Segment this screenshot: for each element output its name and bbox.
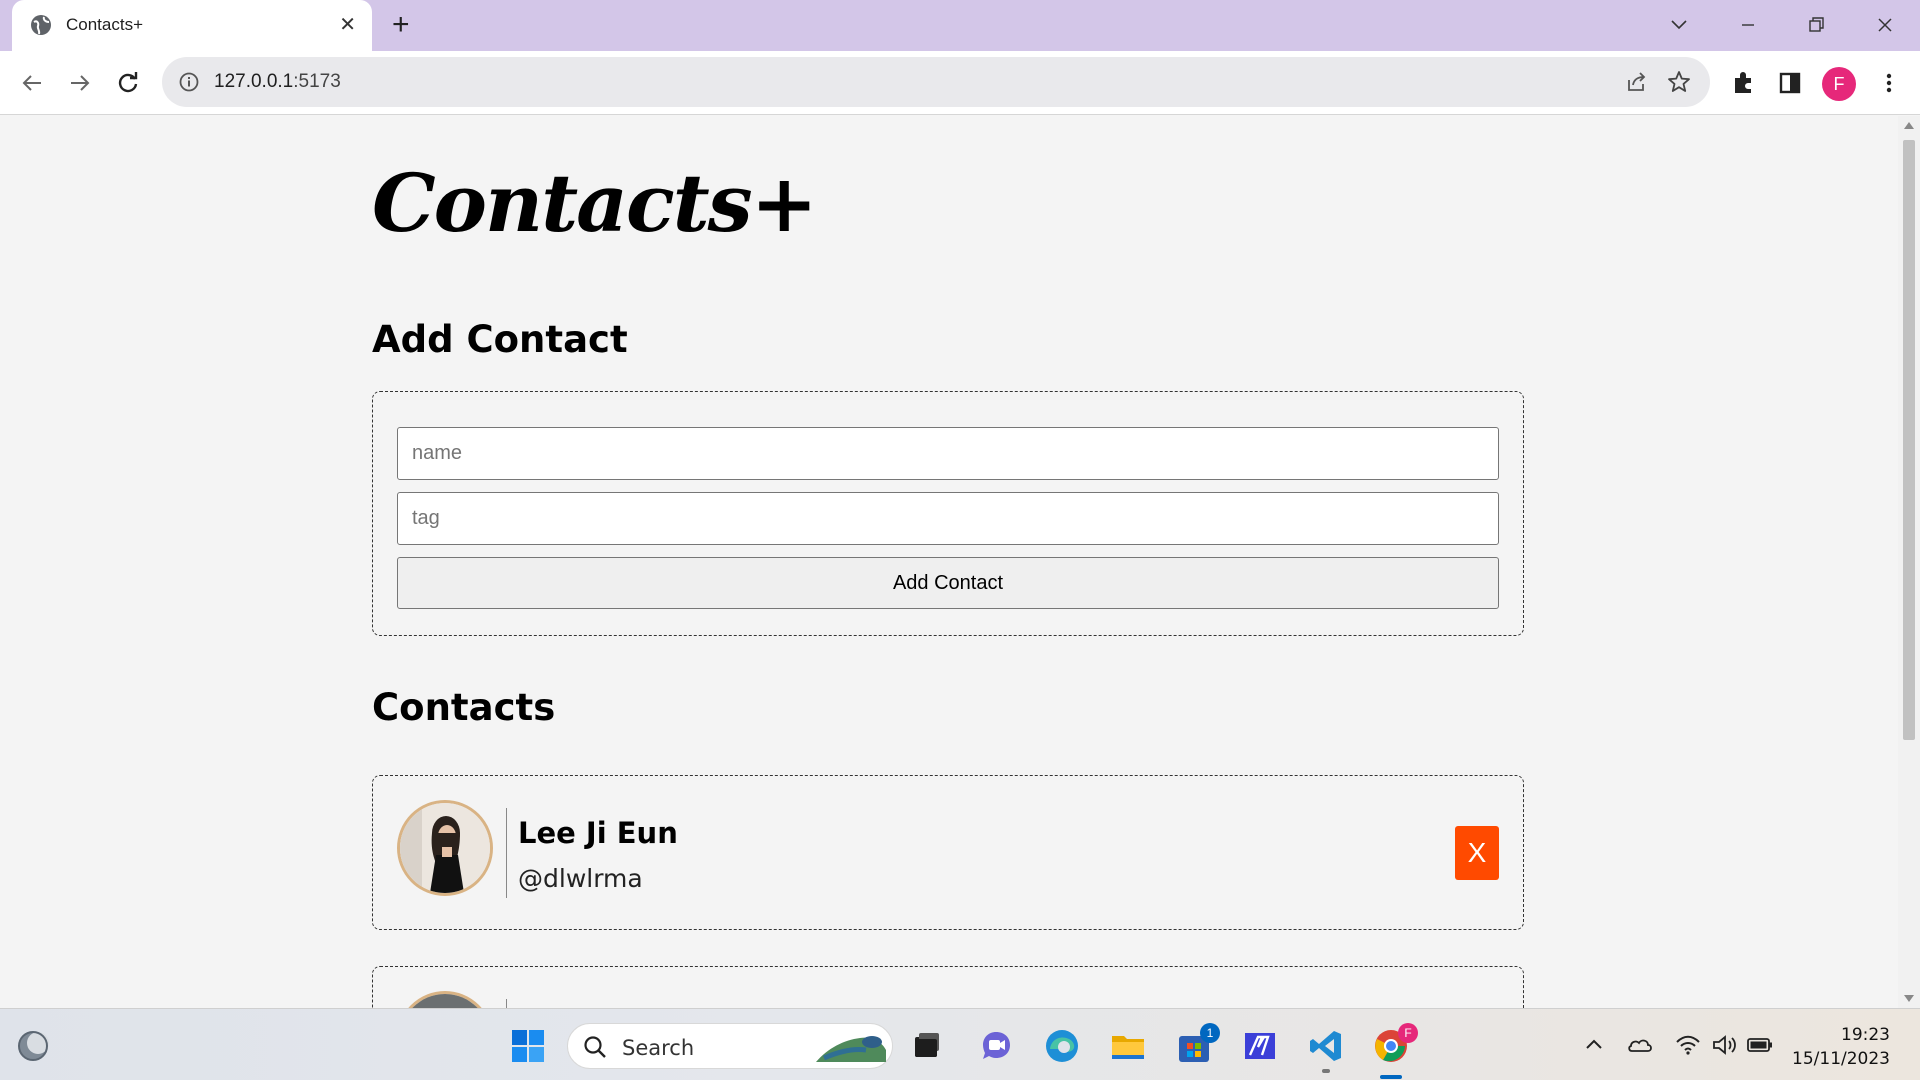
globe-icon	[30, 14, 52, 36]
close-icon[interactable]: ✕	[339, 13, 356, 37]
extensions-icon[interactable]	[1727, 67, 1759, 99]
info-icon[interactable]	[178, 71, 200, 93]
add-contact-button[interactable]: Add Contact	[397, 557, 1499, 609]
address-bar[interactable]: 127.0.0.1:5173	[162, 57, 1710, 107]
volume-icon[interactable]	[1710, 1031, 1738, 1059]
clock-date: 15/11/2023	[1792, 1049, 1890, 1069]
windows-taskbar: Search 1 F 19:23 15/11/2023	[0, 1008, 1920, 1080]
share-icon[interactable]	[1624, 70, 1648, 99]
tab-strip: Contacts+ ✕ +	[0, 0, 1920, 51]
scroll-down-icon[interactable]	[1904, 995, 1914, 1002]
tab-title: Contacts+	[66, 15, 144, 34]
add-contact-form: Add Contact	[372, 391, 1524, 636]
weather-widget-icon[interactable]	[14, 1027, 52, 1065]
store-badge: 1	[1200, 1023, 1220, 1043]
minimize-icon[interactable]	[1733, 10, 1763, 40]
teams-chat-icon[interactable]	[977, 1027, 1015, 1065]
divider	[506, 808, 507, 898]
scrollbar-thumb[interactable]	[1903, 140, 1915, 740]
restore-icon[interactable]	[1801, 10, 1831, 40]
scroll-up-icon[interactable]	[1904, 122, 1914, 129]
chevron-down-icon[interactable]	[1664, 10, 1694, 40]
clock-time: 19:23	[1841, 1025, 1890, 1045]
file-explorer-icon[interactable]	[1109, 1027, 1147, 1065]
url-port: :5173	[293, 71, 341, 92]
delete-contact-button[interactable]: X	[1455, 826, 1499, 880]
plus-icon[interactable]: +	[392, 9, 410, 41]
divider	[506, 999, 507, 1008]
running-indicator	[1322, 1069, 1330, 1073]
browser-toolbar: 127.0.0.1:5173 F	[0, 51, 1920, 115]
window-close-icon[interactable]	[1870, 10, 1900, 40]
sidepanel-icon[interactable]	[1774, 67, 1806, 99]
avatar	[397, 800, 493, 896]
tag-input[interactable]	[397, 492, 1499, 545]
page-viewport: Contacts+ Add Contact Add Contact Contac…	[0, 116, 1898, 1008]
back-icon[interactable]	[16, 67, 48, 99]
kebab-menu-icon[interactable]	[1873, 67, 1905, 99]
chrome-profile-badge: F	[1398, 1023, 1418, 1043]
avatar	[397, 991, 493, 1008]
star-icon[interactable]	[1666, 69, 1692, 100]
name-input[interactable]	[397, 427, 1499, 480]
editor-app-icon[interactable]	[1241, 1027, 1279, 1065]
search-highlight-icon	[814, 1028, 888, 1066]
search-icon	[582, 1034, 608, 1065]
search-label: Search	[622, 1036, 695, 1060]
profile-avatar[interactable]: F	[1822, 67, 1856, 101]
add-contact-heading: Add Contact	[372, 318, 628, 361]
onedrive-icon[interactable]	[1626, 1031, 1654, 1059]
contact-name: Lee Ji Eun	[518, 816, 678, 850]
task-view-icon[interactable]	[908, 1027, 946, 1065]
contact-tag: @dlwlrma	[518, 864, 643, 893]
battery-icon[interactable]	[1746, 1031, 1774, 1059]
wifi-icon[interactable]	[1674, 1031, 1702, 1059]
contact-card	[372, 966, 1524, 1008]
forward-icon[interactable]	[64, 67, 96, 99]
tab-contacts[interactable]: Contacts+ ✕	[12, 0, 372, 51]
vertical-scrollbar[interactable]	[1898, 116, 1920, 1008]
reload-icon[interactable]	[112, 67, 144, 99]
contacts-heading: Contacts	[372, 686, 556, 729]
chevron-up-icon[interactable]	[1580, 1031, 1608, 1059]
system-clock[interactable]: 19:23 15/11/2023	[1792, 1023, 1890, 1071]
vscode-icon[interactable]	[1307, 1027, 1345, 1065]
edge-icon[interactable]	[1043, 1027, 1081, 1065]
app-logo: Contacts+	[372, 156, 818, 250]
url-text: 127.0.0.1:5173	[214, 71, 341, 93]
contact-card: Lee Ji Eun @dlwlrma X	[372, 775, 1524, 930]
active-indicator	[1380, 1075, 1402, 1079]
windows-start-icon[interactable]	[509, 1027, 547, 1065]
taskbar-search[interactable]: Search	[567, 1023, 893, 1069]
url-host: 127.0.0.1	[214, 71, 294, 92]
